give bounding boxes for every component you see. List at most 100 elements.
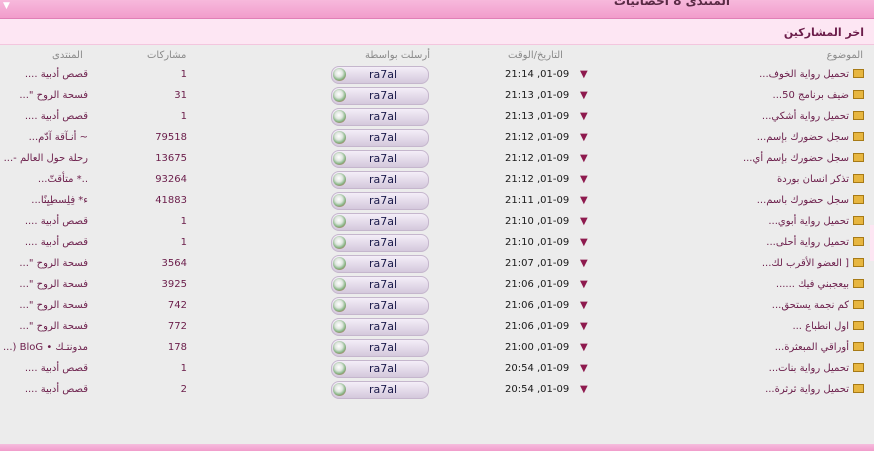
user-ball-icon	[333, 194, 346, 207]
arrow-down-icon[interactable]: ▼	[580, 295, 588, 316]
arrow-down-icon[interactable]: ▼	[580, 85, 588, 106]
topic-link[interactable]: سجل حضورك بإسم...	[757, 127, 864, 148]
topic-title[interactable]: [ العضو الأقرب لك...	[762, 258, 849, 269]
username-link[interactable]: ra7al	[369, 130, 397, 146]
forum-link[interactable]: قصص أدبية ....	[0, 358, 88, 379]
topic-title[interactable]: تحميل رواية ثرثرة...	[765, 384, 849, 395]
topic-link[interactable]: سجل حضورك باسم...	[757, 190, 864, 211]
user-badge[interactable]: ra7al	[331, 192, 429, 210]
topic-title[interactable]: تحميل رواية الخوف...	[759, 69, 849, 80]
forum-link[interactable]: رحلة حول العالم -...	[0, 148, 88, 169]
topic-title[interactable]: تحميل رواية أبوي...	[768, 216, 849, 227]
username-link[interactable]: ra7al	[369, 193, 397, 209]
user-badge[interactable]: ra7al	[331, 87, 429, 105]
topic-title[interactable]: تحميل رواية بنات...	[769, 363, 849, 374]
topic-title[interactable]: أوراقي المبعثرة...	[775, 342, 849, 353]
username-link[interactable]: ra7al	[369, 214, 397, 230]
topic-link[interactable]: تحميل رواية أشكي...	[762, 106, 864, 127]
topic-title[interactable]: اول انطباع ...	[792, 321, 849, 332]
topic-title[interactable]: ضيف برنامج 50...	[773, 90, 849, 101]
topic-title[interactable]: تحميل رواية أشكي...	[762, 111, 849, 122]
topic-link[interactable]: سجل حضورك بإسم أي...	[743, 148, 864, 169]
user-badge[interactable]: ra7al	[331, 66, 429, 84]
topic-link[interactable]: [ العضو الأقرب لك...	[762, 253, 864, 274]
forum-link[interactable]: ء* فِلِسطِيِنًا...	[0, 190, 88, 211]
user-badge[interactable]: ra7al	[331, 381, 429, 399]
arrow-down-icon[interactable]: ▼	[580, 232, 588, 253]
topic-link[interactable]: تحميل رواية أبوي...	[768, 211, 864, 232]
arrow-down-icon[interactable]: ▼	[580, 169, 588, 190]
user-ball-icon	[333, 299, 346, 312]
topic-title[interactable]: سجل حضورك بإسم أي...	[743, 153, 849, 164]
topic-title[interactable]: سجل حضورك باسم...	[757, 195, 849, 206]
collapse-icon[interactable]: ▼	[3, 1, 10, 11]
user-badge[interactable]: ra7al	[331, 255, 429, 273]
arrow-down-icon[interactable]: ▼	[580, 106, 588, 127]
user-badge[interactable]: ra7al	[331, 360, 429, 378]
forum-link[interactable]: فسحة الروح "...	[0, 295, 88, 316]
topic-title[interactable]: سجل حضورك بإسم...	[757, 132, 849, 143]
topic-link[interactable]: اول انطباع ...	[792, 316, 864, 337]
user-badge[interactable]: ra7al	[331, 213, 429, 231]
forum-link[interactable]: ~ أنـآقة آدّم...	[0, 127, 88, 148]
username-link[interactable]: ra7al	[369, 67, 397, 83]
username-link[interactable]: ra7al	[369, 172, 397, 188]
forum-link[interactable]: قصص أدبية ....	[0, 232, 88, 253]
arrow-down-icon[interactable]: ▼	[580, 358, 588, 379]
arrow-down-icon[interactable]: ▼	[580, 316, 588, 337]
forum-link[interactable]: فسحة الروح "...	[0, 85, 88, 106]
topic-link[interactable]: كم نجمة يستحق...	[772, 295, 864, 316]
arrow-down-icon[interactable]: ▼	[580, 148, 588, 169]
user-badge[interactable]: ra7al	[331, 108, 429, 126]
arrow-down-icon[interactable]: ▼	[580, 211, 588, 232]
username-link[interactable]: ra7al	[369, 109, 397, 125]
username-link[interactable]: ra7al	[369, 88, 397, 104]
topic-link[interactable]: تحميل رواية أحلى...	[766, 232, 864, 253]
user-badge[interactable]: ra7al	[331, 129, 429, 147]
arrow-down-icon[interactable]: ▼	[580, 127, 588, 148]
forum-link[interactable]: قصص أدبية ....	[0, 64, 88, 85]
arrow-down-icon[interactable]: ▼	[580, 337, 588, 358]
user-badge[interactable]: ra7al	[331, 150, 429, 168]
user-badge[interactable]: ra7al	[331, 297, 429, 315]
arrow-down-icon[interactable]: ▼	[580, 379, 588, 400]
forum-link[interactable]: فسحة الروح "...	[0, 316, 88, 337]
user-badge[interactable]: ra7al	[331, 318, 429, 336]
topic-link[interactable]: تحميل رواية ثرثرة...	[765, 379, 864, 400]
forum-link[interactable]: فسحة الروح "...	[0, 274, 88, 295]
arrow-down-icon[interactable]: ▼	[580, 64, 588, 85]
topic-title[interactable]: تذكر انسان بوردة	[777, 174, 849, 185]
topic-link[interactable]: بيعجبني فيك ......	[776, 274, 864, 295]
forum-link[interactable]: مدونتـك • BloG (...	[0, 337, 88, 358]
forum-link[interactable]: قصص أدبية ....	[0, 379, 88, 400]
table-row: تحميل رواية أشكي... ▼ 21:13 ,01-09 ra7al 1 قص…	[0, 106, 874, 127]
user-badge[interactable]: ra7al	[331, 171, 429, 189]
username-link[interactable]: ra7al	[369, 361, 397, 377]
user-badge[interactable]: ra7al	[331, 276, 429, 294]
username-link[interactable]: ra7al	[369, 151, 397, 167]
username-link[interactable]: ra7al	[369, 235, 397, 251]
username-link[interactable]: ra7al	[369, 340, 397, 356]
arrow-down-icon[interactable]: ▼	[580, 253, 588, 274]
username-link[interactable]: ra7al	[369, 382, 397, 398]
topic-link[interactable]: تذكر انسان بوردة	[777, 169, 864, 190]
username-link[interactable]: ra7al	[369, 277, 397, 293]
username-link[interactable]: ra7al	[369, 319, 397, 335]
arrow-down-icon[interactable]: ▼	[580, 190, 588, 211]
topic-link[interactable]: ضيف برنامج 50...	[773, 85, 864, 106]
user-badge[interactable]: ra7al	[331, 339, 429, 357]
topic-link[interactable]: أوراقي المبعثرة...	[775, 337, 864, 358]
user-badge[interactable]: ra7al	[331, 234, 429, 252]
forum-link[interactable]: ..* متأقتّ...	[0, 169, 88, 190]
username-link[interactable]: ra7al	[369, 256, 397, 272]
topic-title[interactable]: تحميل رواية أحلى...	[766, 237, 849, 248]
username-link[interactable]: ra7al	[369, 298, 397, 314]
topic-title[interactable]: كم نجمة يستحق...	[772, 300, 849, 311]
forum-link[interactable]: قصص أدبية ....	[0, 106, 88, 127]
topic-title[interactable]: بيعجبني فيك ......	[776, 279, 849, 290]
forum-link[interactable]: قصص أدبية ....	[0, 211, 88, 232]
arrow-down-icon[interactable]: ▼	[580, 274, 588, 295]
forum-link[interactable]: فسحة الروح "...	[0, 253, 88, 274]
topic-link[interactable]: تحميل رواية بنات...	[769, 358, 864, 379]
topic-link[interactable]: تحميل رواية الخوف...	[759, 64, 864, 85]
